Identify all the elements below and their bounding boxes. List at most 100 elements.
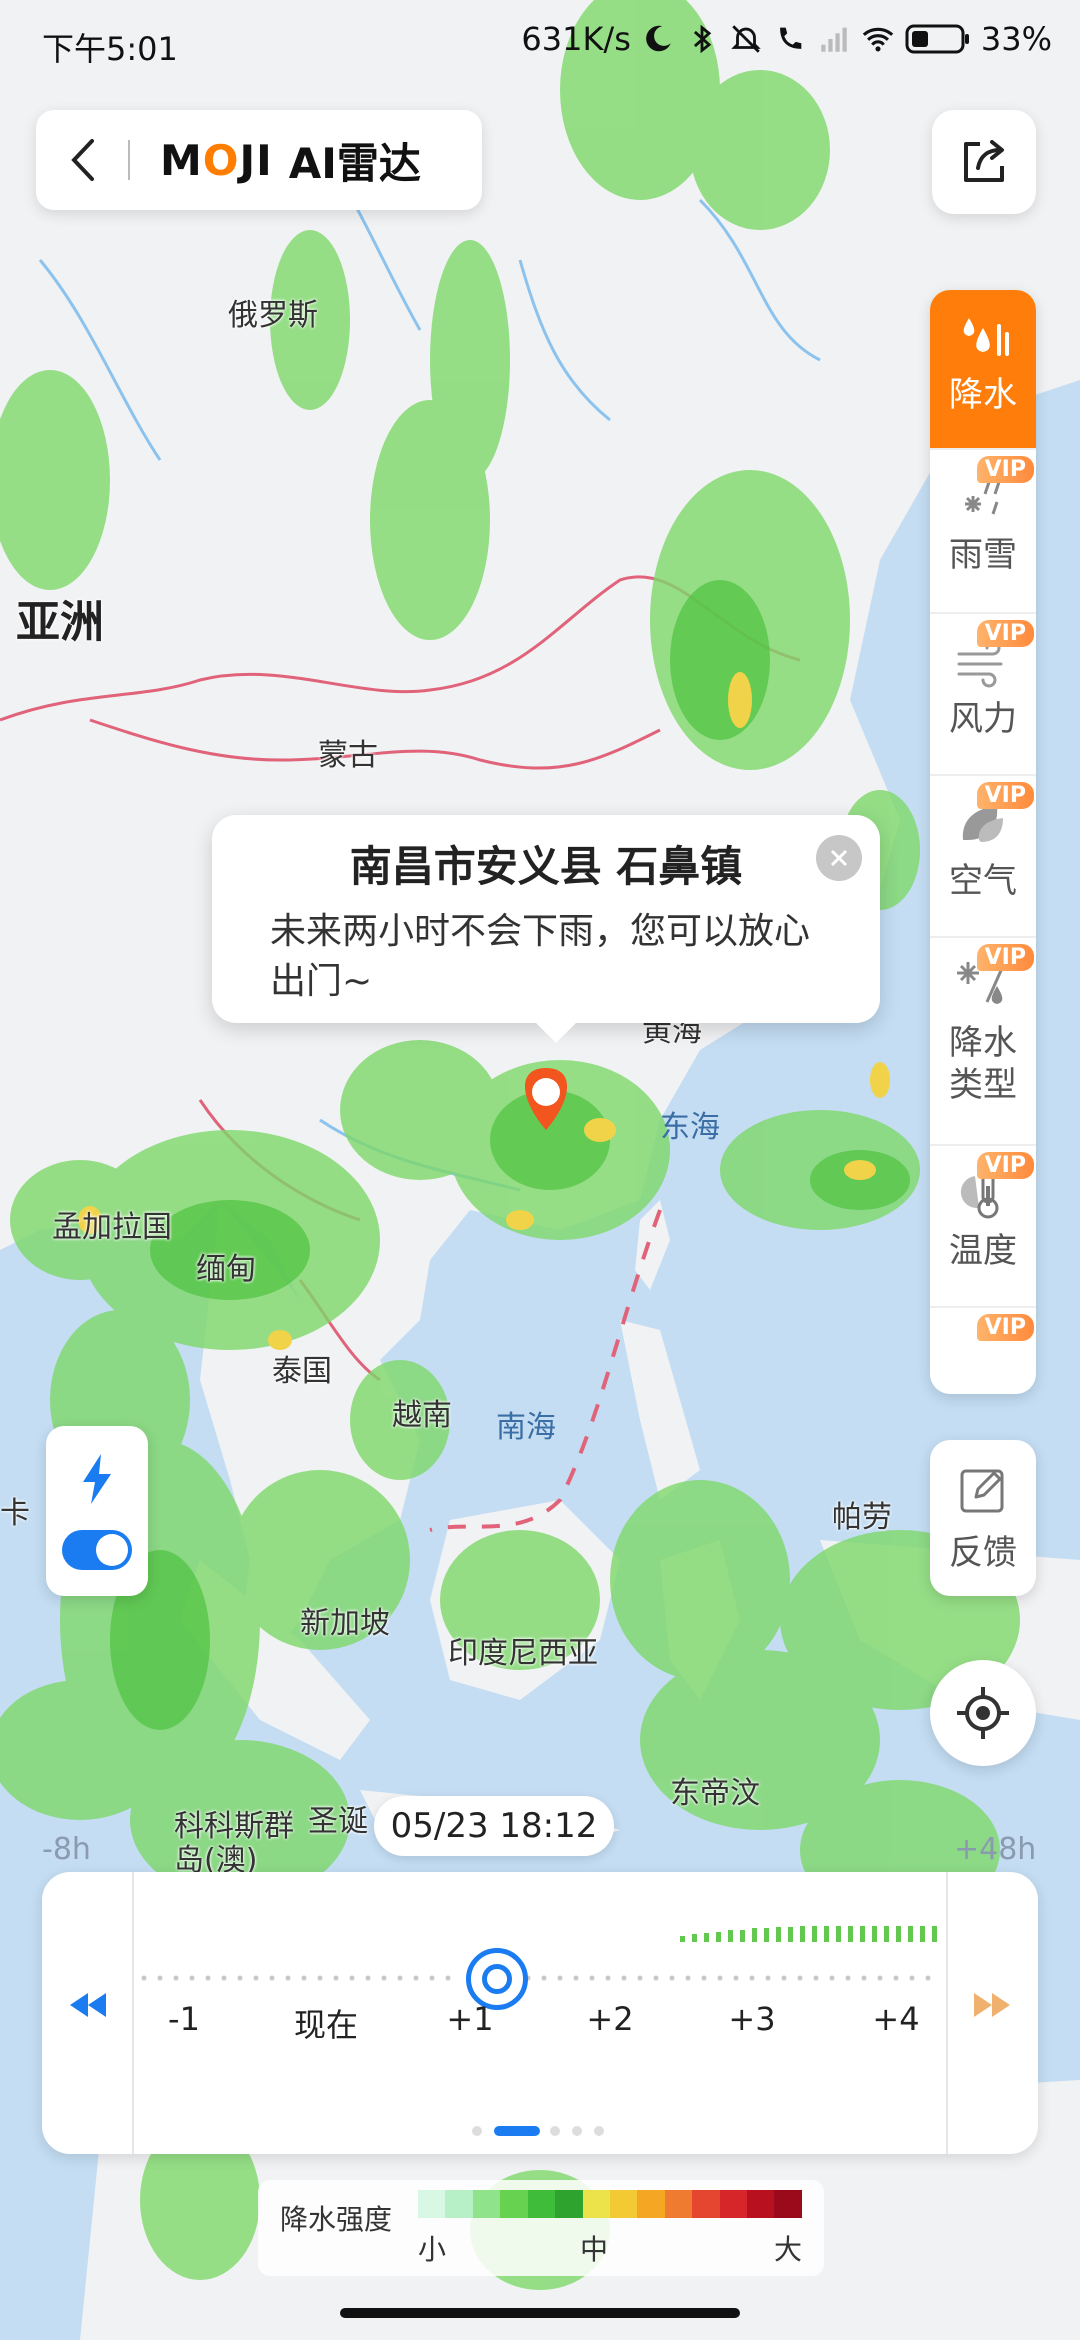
- map-label-mongolia: 蒙古: [318, 738, 378, 773]
- layer-label-temperature: 温度: [949, 1231, 1017, 1271]
- layer-precipitation[interactable]: 降水: [930, 290, 1036, 450]
- timeline-start-label: -8h: [42, 1832, 91, 1867]
- legend-swatch: [747, 2190, 775, 2218]
- rewind-button[interactable]: [58, 1980, 118, 2030]
- legend-swatch: [692, 2190, 720, 2218]
- popup-location-title: 南昌市安义县 石鼻镇: [349, 842, 743, 891]
- battery-icon: [905, 24, 969, 54]
- legend-low-label: 小: [418, 2233, 447, 2266]
- legend-high-label: 大: [774, 2233, 803, 2266]
- share-button[interactable]: [932, 110, 1036, 214]
- lightning-layer-card: [46, 1426, 148, 1596]
- tick-minus-1[interactable]: -1: [134, 2000, 234, 2038]
- status-icons: 631K/s 33%: [521, 20, 1052, 58]
- layer-temperature[interactable]: VIP 温度: [930, 1146, 1036, 1308]
- moji-logo: MOJI: [160, 135, 273, 185]
- vip-badge: VIP: [976, 456, 1034, 483]
- precip-forecast-bars: [680, 1926, 937, 1942]
- map-label-vietnam: 越南: [392, 1398, 452, 1433]
- map-label-singapore: 新加坡: [300, 1606, 390, 1641]
- current-time-badge: 05/23 18:12: [374, 1796, 614, 1856]
- legend-swatch: [582, 2190, 610, 2218]
- layer-panel: 降水 VIP 雨雪 VIP 风力 VIP 空气 VIP 降水 类型 VIP 温度: [930, 290, 1036, 1394]
- moon-icon: [646, 25, 671, 52]
- layer-label-precip-type: 降水 类型: [949, 1023, 1017, 1105]
- vip-badge: VIP: [976, 1314, 1034, 1341]
- call-icon: [779, 27, 802, 49]
- legend-swatch: [637, 2190, 665, 2218]
- page-dot: [594, 2126, 604, 2136]
- back-arrow-icon: [71, 139, 94, 181]
- layer-precip-type[interactable]: VIP 降水 类型: [930, 938, 1036, 1146]
- network-speed: 631K/s: [521, 20, 631, 58]
- locate-button[interactable]: [930, 1660, 1036, 1766]
- lightning-icon: [83, 1454, 111, 1504]
- legend-swatch: [664, 2190, 693, 2218]
- map-label-indonesia: 印度尼西亚: [448, 1636, 598, 1671]
- wifi-icon: [862, 27, 894, 52]
- map-label-sri-lanka: 卡: [0, 1496, 30, 1531]
- vip-badge: VIP: [976, 1152, 1034, 1179]
- legend-swatch: [719, 2190, 748, 2218]
- legend-swatch: [500, 2190, 528, 2218]
- vip-badge: VIP: [976, 944, 1034, 971]
- legend-swatch: [472, 2190, 501, 2218]
- home-indicator[interactable]: [340, 2308, 740, 2318]
- legend-swatch: [418, 2190, 446, 2218]
- layer-rain-snow[interactable]: VIP 雨雪: [930, 450, 1036, 614]
- precipitation-icon: [953, 308, 1013, 368]
- tick-plus-1[interactable]: +1: [420, 2000, 520, 2038]
- page-dot-active: [494, 2126, 540, 2136]
- tick-plus-4[interactable]: +4: [846, 2000, 946, 2038]
- map-label-palau: 帕劳: [832, 1500, 892, 1535]
- map-label-east-timor: 东帝汶: [670, 1776, 760, 1811]
- legend-swatch: [527, 2190, 556, 2218]
- timeline-panel: -1 现在 +1 +2 +3 +4: [42, 1872, 1038, 2154]
- map-label-east-sea: 东海: [660, 1110, 720, 1145]
- bluetooth-icon: [693, 24, 712, 54]
- mute-icon: [731, 25, 761, 53]
- tick-now[interactable]: 现在: [276, 2000, 376, 2046]
- signal-icon: [821, 27, 847, 52]
- legend-mid-label: 中: [580, 2233, 609, 2266]
- map-label-bangladesh: 孟加拉国: [52, 1210, 172, 1245]
- legend-swatch: [445, 2190, 473, 2218]
- tick-plus-3[interactable]: +3: [702, 2000, 802, 2038]
- map-label-christmas: 圣诞: [308, 1804, 368, 1839]
- tick-plus-2[interactable]: +2: [560, 2000, 660, 2038]
- brand-bar: MOJI AI雷达: [36, 110, 482, 210]
- vip-badge: VIP: [976, 782, 1034, 809]
- crosshair-icon: [957, 1687, 1009, 1739]
- legend-swatch: [774, 2190, 802, 2218]
- location-popup[interactable]: 南昌市安义县 石鼻镇 未来两小时不会下雨，您可以放心出门~: [212, 815, 880, 1043]
- map-label-russia: 俄罗斯: [228, 298, 318, 333]
- popup-close-button[interactable]: [816, 835, 862, 881]
- page-dot: [550, 2126, 560, 2136]
- timeline-divider: [946, 1872, 948, 2154]
- legend-swatch: [609, 2190, 638, 2218]
- timeline-track[interactable]: [138, 1912, 944, 2012]
- vip-badge: VIP: [976, 620, 1034, 647]
- lightning-toggle[interactable]: [62, 1530, 132, 1570]
- fast-forward-button[interactable]: [962, 1980, 1022, 2030]
- brand-divider: [128, 140, 130, 180]
- timeline-end-label: +48h: [954, 1832, 1037, 1867]
- status-time: 下午5:01: [42, 30, 178, 68]
- legend-swatch: [555, 2190, 583, 2218]
- layer-more[interactable]: VIP: [930, 1308, 1036, 1394]
- layer-label-precipitation: 降水: [949, 375, 1017, 415]
- page-title: AI雷达: [288, 138, 421, 188]
- feedback-label: 反馈: [949, 1532, 1017, 1573]
- fast-forward-icon: [974, 1993, 1010, 2017]
- legend-color-scale: [418, 2190, 802, 2218]
- layer-wind[interactable]: VIP 风力: [930, 614, 1036, 776]
- popup-forecast-message: 未来两小时不会下雨，您可以放心出门~: [270, 911, 811, 1002]
- layer-label-air-quality: 空气: [949, 861, 1017, 901]
- battery-percent: 33%: [980, 20, 1052, 58]
- back-button[interactable]: [36, 110, 128, 210]
- map-label-myanmar: 缅甸: [196, 1252, 256, 1287]
- status-bar: 下午5:01 631K/s 33%: [0, 0, 1080, 90]
- map-label-cocos: 科科斯群岛(澳): [174, 1809, 294, 1878]
- feedback-button[interactable]: 反馈: [930, 1440, 1036, 1596]
- layer-air-quality[interactable]: VIP 空气: [930, 776, 1036, 938]
